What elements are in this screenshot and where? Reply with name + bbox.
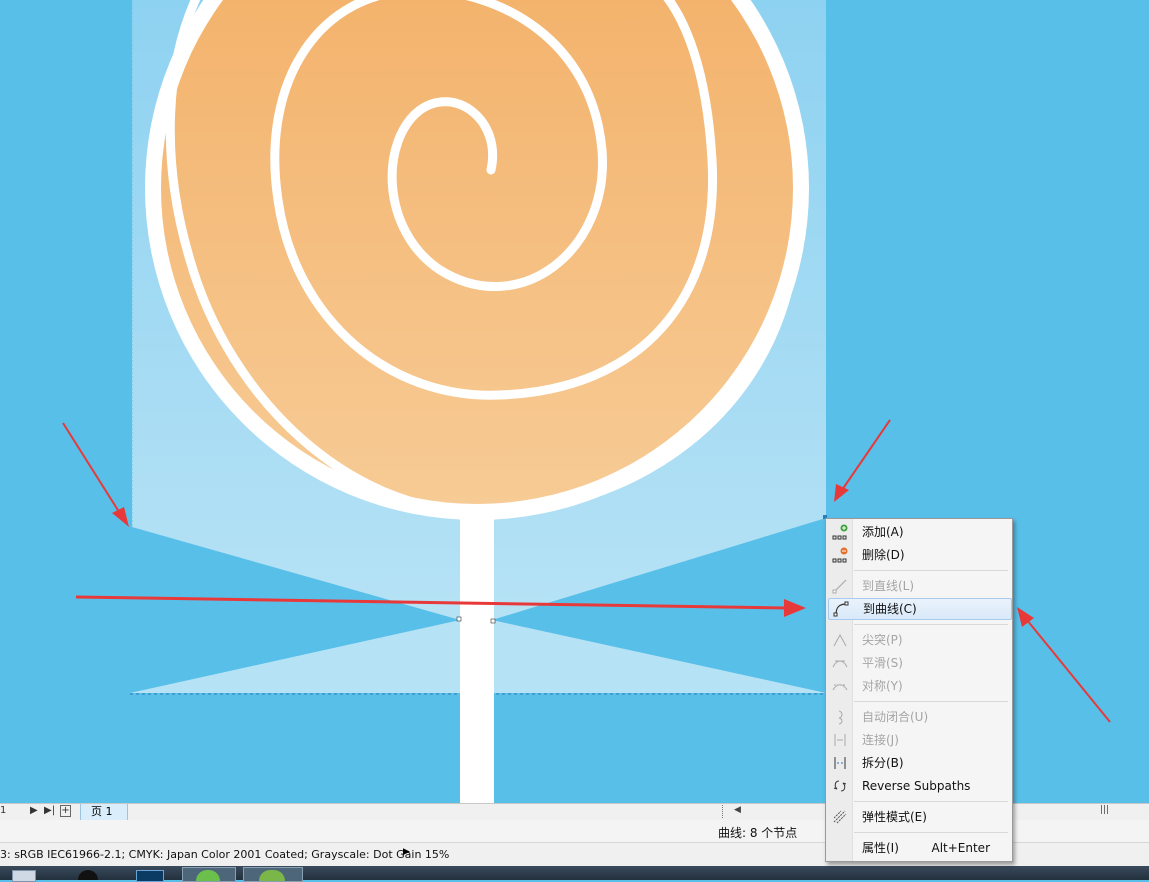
page-number: 1 [0,805,7,816]
reverse-subpaths-icon [833,780,847,792]
menu-item-cusp[interactable]: 尖突(P) [828,629,1010,651]
cusp-icon [833,633,847,647]
tab-page-1[interactable]: 页 1 [80,804,128,821]
menu-item-auto-close[interactable]: 自动闭合(U) [828,706,1010,728]
color-profile-text[interactable]: 3: sRGB IEC61966-2.1; CMYK: Japan Color … [0,848,449,861]
menu-item-elastic-mode[interactable]: 弹性模式(E) [828,806,1010,828]
menu-item-break[interactable]: 拆分(B) [828,752,1010,774]
menu-item-join[interactable]: 连接(J) [828,729,1010,751]
auto-close-icon [838,710,843,725]
splitter-handle[interactable] [722,805,725,818]
taskbar-app-icon[interactable] [12,870,36,882]
lollipop-stick [460,505,494,803]
next-page-icon[interactable]: ▶ [30,805,38,816]
smooth-icon [832,660,848,668]
elastic-mode-icon [833,810,847,824]
to-line-icon [832,579,847,594]
node-handle [456,616,462,622]
menu-item-reverse-subpaths[interactable]: Reverse Subpaths [828,775,1010,797]
green-app-icon [196,870,220,881]
menu-item-to-curve[interactable]: 到曲线(C) [828,598,1012,620]
symmetrical-icon [832,684,848,691]
menu-item-delete[interactable]: 删除(D) [828,544,1010,566]
scroll-thumb-grip-icon[interactable]: ||| [1100,805,1109,815]
qq-penguin-icon[interactable] [78,870,98,880]
delete-node-icon [832,547,848,563]
menu-item-properties[interactable]: 属性(I) Alt+Enter [828,837,1010,859]
properties-shortcut: Alt+Enter [931,841,990,855]
menu-item-to-line[interactable]: 到直线(L) [828,575,1010,597]
to-curve-icon [833,601,849,617]
menu-item-smooth[interactable]: 平滑(S) [828,652,1010,674]
scroll-left-icon[interactable]: ◀ [734,805,741,815]
add-page-icon[interactable]: + [60,805,71,817]
join-icon [834,734,846,746]
menu-item-symmetrical[interactable]: 对称(Y) [828,675,1010,697]
taskbar [0,866,1149,882]
last-page-icon[interactable]: ▶| [44,805,55,816]
coreldraw-icon [259,870,285,881]
photoshop-icon[interactable] [136,870,164,882]
play-arrow-icon[interactable]: ▶ [403,847,410,857]
selection-info: 曲线: 8 个节点 [718,826,798,840]
add-node-icon [832,524,848,540]
node-handle [490,618,496,624]
node-context-menu: 添加(A) 删除(D) 到直线(L) 到曲线(C) 尖突(P) 平滑(S) 对称… [825,518,1013,862]
break-icon [834,757,846,769]
menu-item-add[interactable]: 添加(A) [828,521,1010,543]
